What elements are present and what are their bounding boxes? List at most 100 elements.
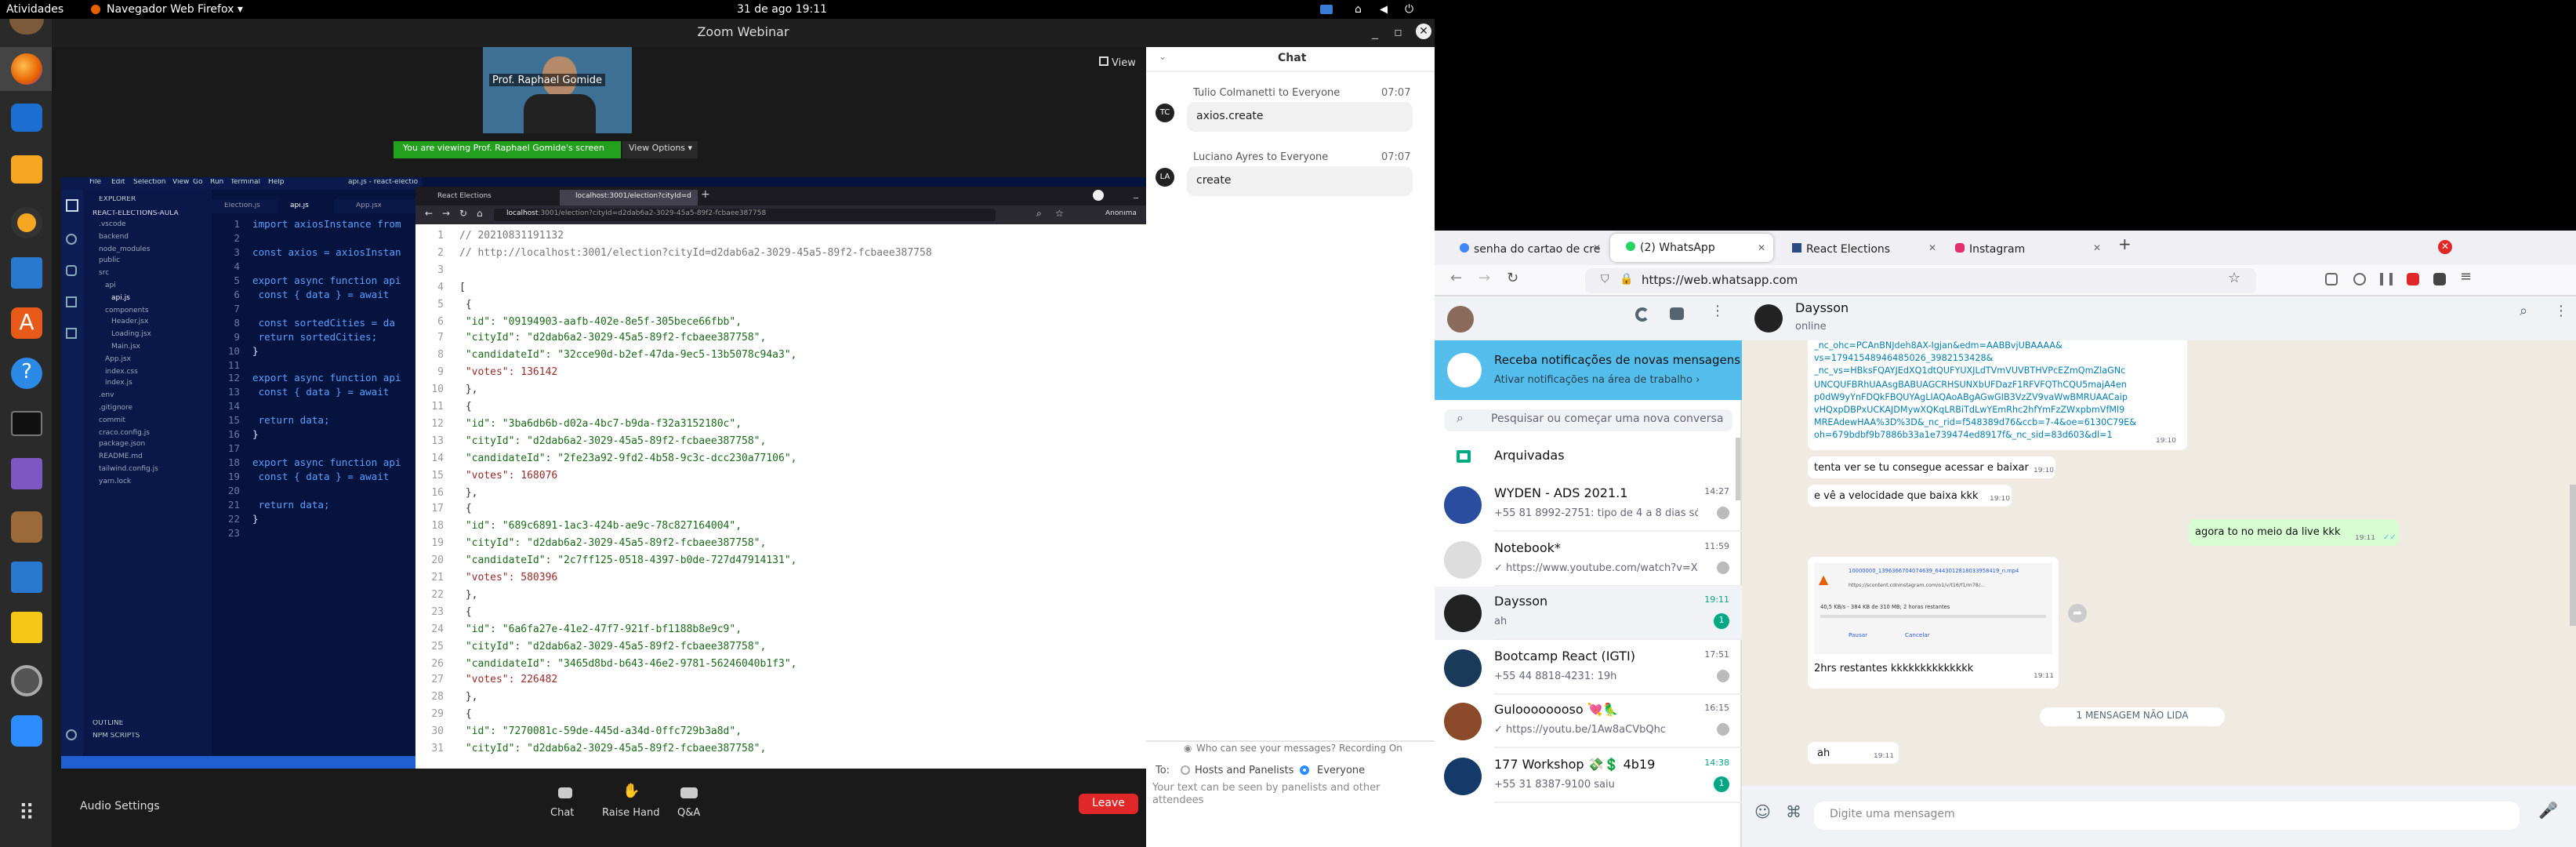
file-tree-item[interactable]: node_modules [99, 245, 150, 253]
tab-election-js[interactable]: Election.js [224, 202, 260, 210]
home-button[interactable]: ⌂ [477, 209, 483, 220]
file-tree-item[interactable]: index.js [105, 380, 132, 388]
extension-icon[interactable] [2433, 273, 2446, 285]
url-bar[interactable]: ⛉ 🔒 https://web.whatsapp.com ☆ [1585, 268, 2256, 293]
file-tree-item[interactable]: src [99, 270, 109, 278]
attach-icon[interactable]: ⌘ [1786, 805, 1801, 822]
chat-list-item[interactable]: Notebook* 11:59 ✓ https://www.youtube.com/… [1435, 533, 1742, 586]
terminal-icon[interactable] [11, 411, 42, 436]
close-tab-icon[interactable]: ✕ [1593, 243, 1601, 254]
menu-help[interactable]: Help [268, 179, 285, 187]
file-tree-item[interactable]: package.json [99, 442, 145, 449]
new-tab-button[interactable]: + [701, 188, 710, 201]
forward-icon[interactable]: ➦ [2068, 604, 2087, 623]
back-button[interactable]: ← [425, 209, 433, 220]
contact-name[interactable]: Daysson [1795, 301, 1849, 315]
view-button[interactable]: View [1099, 56, 1136, 69]
minimize-button[interactable]: _ [1372, 25, 1378, 39]
search-icon[interactable] [66, 234, 77, 245]
code-editor[interactable]: 1 import axiosInstance from 2 3 const axios … [212, 220, 415, 737]
close-window-button[interactable]: ✕ [2438, 240, 2452, 254]
file-tree-item[interactable]: README.md [99, 453, 143, 461]
microphone-icon[interactable]: 🎤 [2538, 803, 2558, 820]
menu-run[interactable]: Run [210, 179, 223, 187]
file-tree-item[interactable]: tailwind.config.js [99, 466, 158, 474]
show-apps-icon[interactable]: ⠿ [13, 800, 41, 828]
tab-whatsapp[interactable]: (2) WhatsApp [1610, 234, 1773, 262]
archived-row[interactable]: Arquivadas [1435, 438, 1742, 478]
menu-go[interactable]: Go [193, 179, 203, 187]
bookmark-icon[interactable]: ☆ [1055, 209, 1064, 220]
file-tree-item[interactable]: App.jsx [105, 356, 131, 364]
notification-link[interactable]: Ativar notificações na área de trabalho … [1494, 373, 1700, 386]
app-menu[interactable]: Navegador Web Firefox ▾ [107, 3, 243, 16]
tab-react[interactable]: React Elections [1776, 237, 1933, 262]
file-tree-item[interactable]: .vscode [99, 221, 126, 229]
maximize-button[interactable]: ▫ [1394, 25, 1402, 39]
menu-file[interactable]: File [89, 179, 101, 187]
zoom-app-icon[interactable] [11, 715, 42, 747]
compose-input[interactable]: Digite uma mensagem [1814, 802, 2520, 830]
clock[interactable]: 31 de ago 19:11 [737, 3, 827, 16]
tab-api-js[interactable]: api.js [290, 202, 309, 210]
chat-list-item[interactable]: Guloooooooso 💘🦜 16:15 ✓ https://youtu.be/1… [1435, 695, 1742, 748]
reload-button[interactable]: ↻ [1507, 271, 1518, 287]
extensions-icon[interactable] [66, 328, 77, 339]
editor-icon[interactable] [11, 562, 42, 593]
volume-icon[interactable]: ◀ [1380, 3, 1388, 16]
source-control-icon[interactable] [66, 265, 77, 276]
library-icon[interactable] [2380, 273, 2393, 285]
file-tree-item[interactable]: api [105, 282, 116, 290]
conversation-scrollbar[interactable] [2570, 485, 2576, 626]
menu-edit[interactable]: Edit [111, 179, 125, 187]
new-tab-button[interactable]: + [2118, 237, 2132, 254]
menu-selection[interactable]: Selection [133, 179, 166, 187]
tab-senha[interactable]: senha do cartao de credi [1444, 237, 1601, 262]
forward-button[interactable]: → [1478, 271, 1490, 287]
chevron-down-icon[interactable]: ⌄ [1159, 52, 1166, 63]
network-icon[interactable]: ⌂ [1355, 3, 1362, 16]
file-tree-item[interactable]: craco.config.js [99, 429, 150, 437]
clock-app-icon[interactable] [11, 665, 42, 696]
files-icon[interactable] [11, 155, 42, 184]
software-icon[interactable]: A [11, 307, 42, 339]
chat-list-item[interactable]: Daysson 19:11 ah 1 [1435, 587, 1742, 640]
file-tree-item[interactable]: Loading.jsx [111, 331, 151, 339]
run-icon[interactable] [66, 296, 77, 307]
reload-button[interactable]: ↻ [459, 209, 467, 220]
chat-button[interactable]: Chat [550, 806, 574, 819]
app-icon[interactable] [9, 19, 44, 35]
outline-section[interactable]: OUTLINE [93, 720, 123, 728]
emoji-icon[interactable]: ☺ [1754, 805, 1771, 822]
rhythmbox-icon[interactable] [11, 207, 42, 238]
tab-react-elections[interactable]: React Elections [425, 190, 550, 204]
menu-terminal[interactable]: Terminal [230, 179, 260, 187]
chat-list-item[interactable]: 177 Workshop 💸💲 4b19 14:38 +55 31 8387-910… [1435, 749, 1742, 802]
profile-label[interactable]: Anônima [1105, 210, 1137, 218]
file-tree-item[interactable]: backend [99, 234, 129, 242]
shared-url-bar[interactable]: localhost:3001/election?cityId=d2dab6a2-… [494, 209, 996, 221]
thunderbird-icon[interactable] [11, 104, 42, 132]
writer-icon[interactable] [11, 257, 42, 289]
screenshot-icon[interactable] [11, 458, 42, 489]
tray-app-icon[interactable] [1320, 5, 1333, 14]
radio-everyone[interactable] [1300, 765, 1309, 775]
raise-hand-button[interactable]: Raise Hand [602, 806, 659, 819]
file-tree-item[interactable]: commit [99, 417, 125, 425]
leave-button[interactable]: Leave [1079, 794, 1138, 814]
qa-button[interactable]: Q&A [677, 806, 700, 819]
tab-localhost[interactable]: localhost:3001/election?cityId=d [560, 190, 698, 205]
close-button[interactable]: ✕ [1416, 24, 1431, 39]
search-icon[interactable]: ⌕ [2520, 304, 2527, 320]
tab-instagram[interactable]: Instagram [1939, 237, 2096, 262]
account-icon[interactable] [2353, 273, 2366, 285]
explorer-icon[interactable] [66, 199, 78, 212]
file-tree-item[interactable]: public [99, 258, 120, 266]
menu-view[interactable]: View [172, 179, 189, 187]
file-tree-item[interactable]: yarn.lock [99, 478, 131, 486]
lock-icon[interactable]: 🔒 [1620, 273, 1633, 285]
file-tree-item[interactable]: .gitignore [99, 405, 132, 413]
firefox-icon[interactable] [11, 53, 42, 85]
json-viewer[interactable]: 1 // 20210831191132 2 // http://localhost:3… [415, 229, 1152, 769]
menu-icon[interactable]: ≡ [2460, 270, 2472, 285]
